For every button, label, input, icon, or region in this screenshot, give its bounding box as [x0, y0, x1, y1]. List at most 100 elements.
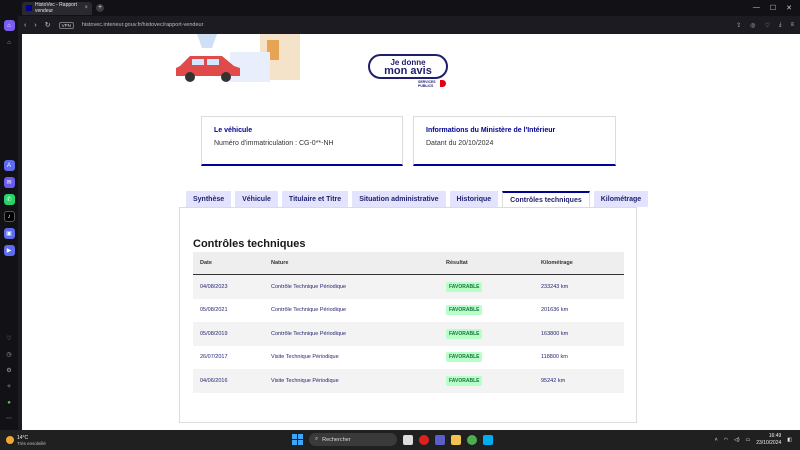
settings-icon[interactable]: ⚙	[4, 365, 15, 376]
favorites-icon[interactable]: ♡	[4, 333, 15, 344]
teams-icon[interactable]	[435, 434, 445, 445]
browser-tab-bar: HistoVec - Rapport vendeur × + — ☐ ✕	[0, 0, 800, 16]
battery-icon[interactable]: ▭	[746, 437, 751, 443]
tab-situation[interactable]: Situation administrative	[352, 191, 446, 207]
back-icon[interactable]: ‹	[24, 22, 26, 29]
messenger-icon[interactable]: ✉	[3, 177, 15, 188]
maximize-button[interactable]: ☐	[770, 4, 776, 12]
camera-icon[interactable]: ◎	[750, 22, 755, 29]
clock[interactable]: 16:49 23/10/2024	[756, 433, 781, 447]
cell-km: 233243 km	[541, 283, 569, 290]
share-icon[interactable]: ⇪	[736, 22, 741, 29]
controls-table: Date Nature Résultat Kilométrage 04/08/2…	[193, 252, 624, 393]
car-illustration	[176, 34, 300, 82]
table-row: 04/08/2023 Contrôle Technique Périodique…	[193, 275, 624, 299]
cell-km: 163800 km	[541, 330, 569, 337]
address-bar[interactable]: histovec.interieur.gouv.fr/histovec/rapp…	[82, 22, 728, 28]
services-publics-logo: SERVICES PUBLICS	[418, 80, 446, 88]
cell-date: 04/08/2023	[200, 283, 228, 290]
tab-vehicule[interactable]: Véhicule	[235, 191, 278, 207]
cell-nature: Contrôle Technique Périodique	[271, 283, 347, 290]
sun-icon	[6, 436, 14, 444]
section-title: Contrôles techniques	[193, 238, 306, 250]
wifi-icon[interactable]: ◠	[724, 437, 728, 443]
new-tab-button[interactable]: +	[96, 4, 104, 12]
logo-text-line2: PUBLICS	[418, 84, 434, 88]
tiktok-icon[interactable]: ♪	[3, 211, 15, 222]
table-row: 26/07/2017 Visite Technique Périodique F…	[193, 346, 624, 370]
clock-date: 23/10/2024	[756, 440, 782, 446]
workspace-icon[interactable]: ⌂	[3, 20, 15, 31]
taskbar: 14°C Très ensoleillé ⌕ Rechercher ˄ ◠ ◁)…	[0, 430, 800, 450]
search-icon: ⌕	[315, 436, 319, 442]
heart-icon[interactable]: ♡	[764, 22, 769, 29]
weather-widget[interactable]: 14°C Très ensoleillé	[0, 435, 46, 446]
table-row: 04/06/2016 Visite Technique Périodique F…	[193, 369, 624, 393]
status-badge: FAVORABLE	[446, 328, 483, 339]
reload-icon[interactable]: ↻	[45, 21, 51, 29]
taskbar-apps: ⌕ Rechercher	[292, 433, 493, 446]
close-window-button[interactable]: ✕	[786, 4, 792, 12]
task-view-icon[interactable]	[403, 434, 413, 445]
cell-result: FAVORABLE	[446, 305, 541, 316]
menu-icon[interactable]: ≡	[790, 22, 794, 29]
taskbar-search[interactable]: ⌕ Rechercher	[309, 433, 397, 446]
page-content: Je donne mon avis SERVICES PUBLICS Le vé…	[22, 34, 800, 430]
tab-synthese[interactable]: Synthèse	[186, 191, 232, 207]
bulb-icon[interactable]: ✧	[4, 381, 15, 392]
notification-icon[interactable]: ◧	[787, 437, 792, 443]
download-icon[interactable]: ⤓	[779, 22, 782, 29]
skype-icon[interactable]	[483, 434, 493, 445]
nav-toolbar-icons: ⇪ ◎ ♡ ⤓ ≡	[736, 22, 794, 29]
more-icon[interactable]: ⋯	[4, 413, 15, 424]
forward-icon[interactable]: ›	[34, 22, 36, 29]
window-controls: — ☐ ✕	[753, 4, 800, 12]
close-tab-icon[interactable]: ×	[84, 5, 88, 11]
cell-date: 05/08/2021	[200, 307, 228, 314]
browser-nav-bar: ‹ › ↻ VPN histovec.interieur.gouv.fr/his…	[18, 16, 800, 34]
volume-icon[interactable]: ◁)	[734, 437, 740, 443]
give-opinion-button[interactable]: Je donne mon avis	[368, 54, 448, 79]
cell-date: 04/06/2016	[200, 377, 228, 384]
cell-result: FAVORABLE	[446, 328, 541, 339]
extension-icon[interactable]: ▣	[3, 228, 15, 239]
tab-kilometrage[interactable]: Kilométrage	[593, 191, 649, 207]
browser-sidebar: ⌂ ⌂ A ✉ ✆ ♪ ▣ ▶ ♡ ◷ ⚙ ✧ ● ⋯	[0, 16, 18, 430]
windows-start-icon[interactable]	[292, 434, 303, 445]
col-km: Kilométrage	[541, 260, 573, 266]
browser-tab[interactable]: HistoVec - Rapport vendeur ×	[22, 1, 92, 15]
vpn-status-icon[interactable]: ●	[4, 397, 15, 408]
cell-nature: Contrôle Technique Périodique	[271, 307, 347, 314]
marianne-icon	[440, 80, 446, 87]
clock-time: 16:49	[768, 433, 782, 439]
chevron-up-icon[interactable]: ˄	[715, 437, 718, 443]
status-badge: FAVORABLE	[446, 352, 483, 363]
cell-result: FAVORABLE	[446, 375, 541, 386]
minimize-button[interactable]: —	[753, 4, 760, 12]
status-badge: FAVORABLE	[446, 375, 483, 386]
tab-historique[interactable]: Historique	[449, 191, 499, 207]
sidebar-bottom: ♡ ◷ ⚙ ✧ ● ⋯	[4, 333, 15, 424]
vehicle-card-title: Le véhicule	[214, 127, 253, 134]
opera-icon[interactable]	[419, 434, 429, 445]
cell-km: 201636 km	[541, 307, 569, 314]
home-icon[interactable]: ⌂	[4, 37, 15, 48]
site-favicon-icon	[26, 5, 32, 11]
aria-icon[interactable]: A	[3, 160, 15, 171]
col-result: Résultat	[446, 260, 468, 266]
cell-result: FAVORABLE	[446, 352, 541, 363]
cell-date: 05/08/2019	[200, 330, 228, 337]
chrome-icon[interactable]	[467, 434, 477, 445]
player-icon[interactable]: ▶	[3, 245, 15, 256]
cell-nature: Contrôle Technique Périodique	[271, 330, 347, 337]
whatsapp-icon[interactable]: ✆	[3, 194, 15, 205]
cell-nature: Visite Technique Périodique	[271, 354, 339, 361]
tab-panel: Contrôles techniques Date Nature Résulta…	[179, 207, 637, 423]
history-icon[interactable]: ◷	[4, 349, 15, 360]
tab-titulaire[interactable]: Titulaire et Titre	[281, 191, 349, 207]
vpn-badge[interactable]: VPN	[58, 21, 74, 29]
tab-controles[interactable]: Contrôles techniques	[502, 191, 590, 208]
cell-result: FAVORABLE	[446, 281, 541, 292]
file-explorer-icon[interactable]	[451, 434, 461, 445]
vehicle-card: Le véhicule Numéro d'immatriculation : C…	[201, 116, 403, 166]
